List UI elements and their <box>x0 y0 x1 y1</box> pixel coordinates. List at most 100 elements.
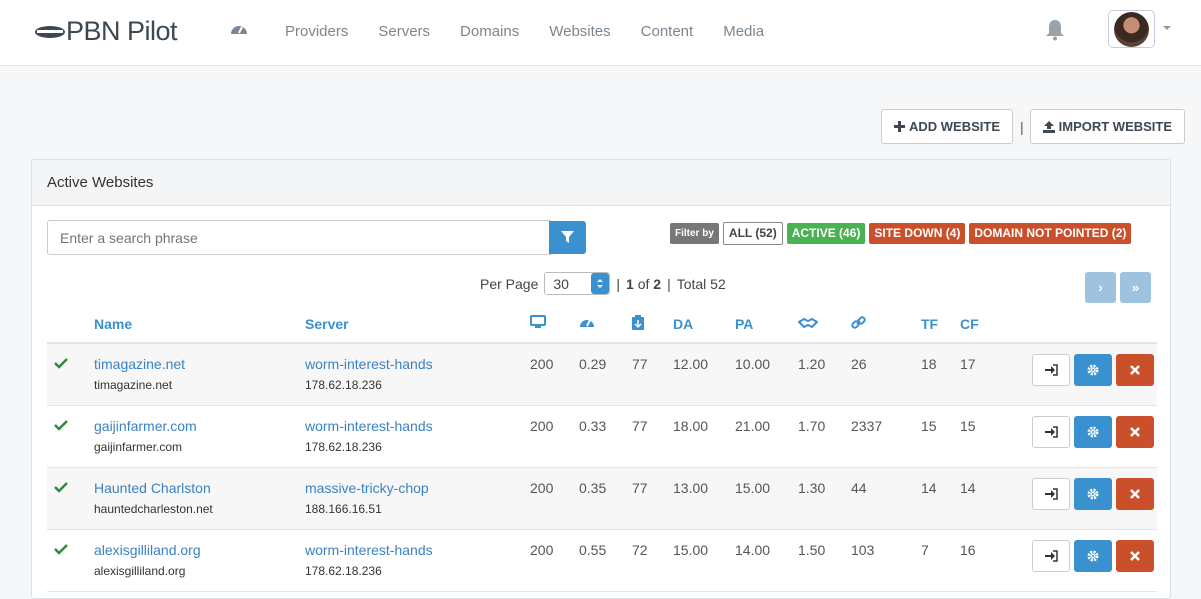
settings-button[interactable] <box>1074 354 1112 386</box>
gear-icon <box>1087 426 1099 437</box>
website-name-link[interactable]: timagazine.net <box>94 356 305 372</box>
server-ip: 178.62.18.236 <box>305 378 382 392</box>
server-name-link[interactable]: worm-interest-hands <box>305 542 530 558</box>
top-navbar: PBN Pilot Providers Servers Domains Webs… <box>0 0 1201 66</box>
close-icon <box>1130 550 1140 561</box>
login-button[interactable] <box>1032 539 1070 572</box>
delete-button[interactable] <box>1116 354 1154 386</box>
col-pa[interactable]: PA <box>735 305 798 344</box>
pilot-cap-icon <box>35 26 65 38</box>
website-name-link[interactable]: alexisgilliland.org <box>94 542 305 558</box>
close-icon <box>1130 365 1140 375</box>
ratio: 1.30 <box>798 467 851 530</box>
next-page-button[interactable]: › <box>1085 272 1116 303</box>
filter-by-label: Filter by <box>670 223 719 244</box>
per-page-select[interactable]: 30 <box>544 272 611 295</box>
login-button[interactable] <box>1032 354 1070 386</box>
table-row: gaijinfarmer.com gaijinfarmer.com worm-in… <box>47 405 1157 468</box>
col-monitor[interactable] <box>530 305 579 344</box>
settings-button[interactable] <box>1074 539 1112 572</box>
table-row: timagazine.net timagazine.net worm-intere… <box>47 343 1157 406</box>
backlinks: 44 <box>851 467 921 530</box>
website-name-link[interactable]: gaijinfarmer.com <box>94 418 305 434</box>
col-server[interactable]: Server <box>305 305 530 344</box>
avatar-photo <box>1114 11 1149 47</box>
sign-in-icon <box>1044 425 1058 438</box>
website-name-link[interactable]: Haunted Charlston <box>94 480 305 496</box>
col-cf[interactable]: CF <box>960 305 1032 344</box>
per-page-value: 30 <box>553 275 569 292</box>
ratio: 1.50 <box>798 529 851 592</box>
nav-servers[interactable]: Servers <box>378 23 430 40</box>
gear-icon <box>1087 364 1099 376</box>
last-page-button[interactable]: » <box>1120 272 1151 303</box>
active-websites-panel: Active Websites Filter by ALL (52) ACTIV… <box>31 159 1171 599</box>
page-actions: ADD WEBSITE | IMPORT WEBSITE <box>881 109 1186 144</box>
filter-active[interactable]: ACTIVE (46) <box>786 223 866 244</box>
nav-media[interactable]: Media <box>723 23 764 40</box>
gear-icon <box>1087 550 1099 561</box>
monitor-icon <box>530 315 546 328</box>
per-page-label: Per Page <box>480 275 539 292</box>
citation-flow: 14 <box>960 467 1032 530</box>
filter-site-down[interactable]: SITE DOWN (4) <box>869 223 966 244</box>
delete-button[interactable] <box>1116 477 1154 510</box>
table-header: Name Server DA PA TF CF <box>47 305 1157 344</box>
domain-authority: 13.00 <box>673 467 735 530</box>
delete-button[interactable] <box>1116 539 1154 572</box>
table-row: Haunted Charlston hauntedcharleston.net m… <box>47 467 1157 530</box>
filter-domain-not-pointed[interactable]: DOMAIN NOT POINTED (2) <box>969 223 1132 244</box>
citation-flow: 17 <box>960 343 1032 406</box>
nav-providers[interactable]: Providers <box>285 23 348 40</box>
domain-authority: 18.00 <box>673 405 735 468</box>
server-name-link[interactable]: worm-interest-hands <box>305 418 530 434</box>
server-name-link[interactable]: worm-interest-hands <box>305 356 530 372</box>
check-icon <box>54 358 68 369</box>
nav-content[interactable]: Content <box>641 23 694 40</box>
delete-button[interactable] <box>1116 415 1154 448</box>
table-row: alexisgilliland.org alexisgilliland.org w… <box>47 529 1157 592</box>
col-score[interactable] <box>632 305 673 344</box>
login-button[interactable] <box>1032 477 1070 510</box>
close-icon <box>1130 426 1140 437</box>
score: 77 <box>632 405 673 468</box>
server-ip: 178.62.18.236 <box>305 563 382 578</box>
logo[interactable]: PBN Pilot <box>34 15 178 47</box>
col-links[interactable] <box>851 305 921 344</box>
search-input[interactable] <box>47 220 551 255</box>
filter-all[interactable]: ALL (52) <box>722 222 783 245</box>
citation-flow: 15 <box>960 405 1032 468</box>
login-button[interactable] <box>1032 415 1070 448</box>
filter-button[interactable] <box>549 221 586 254</box>
chevron-down-icon[interactable] <box>1162 24 1172 32</box>
separator: | <box>1020 118 1024 135</box>
settings-button[interactable] <box>1074 415 1112 448</box>
website-domain: gaijinfarmer.com <box>94 439 183 454</box>
user-avatar[interactable] <box>1108 10 1155 48</box>
col-tf[interactable]: TF <box>921 305 960 344</box>
backlinks: 26 <box>851 343 921 406</box>
add-website-label: ADD WEBSITE <box>909 119 1000 134</box>
col-speed[interactable] <box>579 305 632 344</box>
page-authority: 15.00 <box>735 467 798 530</box>
col-da[interactable]: DA <box>673 305 735 344</box>
add-website-button[interactable]: ADD WEBSITE <box>881 109 1013 144</box>
trust-flow: 18 <box>921 343 960 406</box>
nav-domains[interactable]: Domains <box>460 23 519 40</box>
gear-icon <box>1087 488 1099 499</box>
row-actions <box>1032 415 1157 448</box>
col-name[interactable]: Name <box>94 305 305 344</box>
settings-button[interactable] <box>1074 477 1112 510</box>
nav-websites[interactable]: Websites <box>549 23 610 40</box>
notification-bell-icon[interactable] <box>1045 19 1065 41</box>
server-name-link[interactable]: massive-tricky-chop <box>305 480 530 496</box>
score: 77 <box>632 343 673 406</box>
dashboard-gauge-icon[interactable] <box>230 21 248 37</box>
import-website-label: IMPORT WEBSITE <box>1058 119 1173 134</box>
row-actions <box>1032 539 1157 572</box>
load-speed: 0.55 <box>579 529 632 592</box>
check-icon <box>54 419 68 431</box>
status-code: 200 <box>530 405 579 468</box>
col-ratio[interactable] <box>797 305 851 344</box>
import-website-button[interactable]: IMPORT WEBSITE <box>1029 109 1186 144</box>
